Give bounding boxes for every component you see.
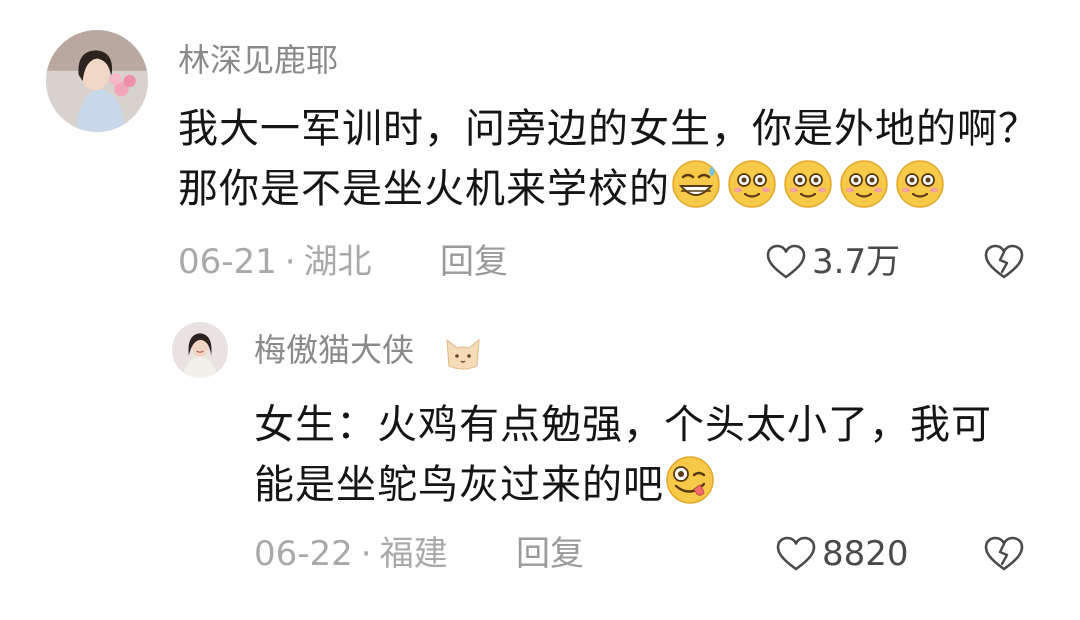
comment-like-button[interactable]: 3.7万 xyxy=(766,242,900,282)
reply-text: 女生：火鸡有点勉强，个头太小了，我可 能是坐鸵鸟灰过来的吧 xyxy=(254,396,992,512)
comment-date: 06-21 xyxy=(178,242,277,282)
flushed-emoji xyxy=(782,158,834,210)
avatar[interactable] xyxy=(46,30,148,132)
reply-date: 06-22 xyxy=(254,534,353,574)
reply-location: 福建 xyxy=(379,534,448,574)
meta-separator: · xyxy=(360,534,372,574)
flushed-emoji xyxy=(894,158,946,210)
comment-dislike-button[interactable] xyxy=(984,244,1024,280)
broken-heart-icon xyxy=(984,244,1024,279)
comment-meta: 06-21 · 湖北 xyxy=(178,242,372,282)
meta-separator: · xyxy=(284,242,296,282)
grin-sweat-emoji xyxy=(670,158,722,210)
reply-meta: 06-22 · 福建 xyxy=(254,534,448,574)
zany-face-emoji xyxy=(664,454,716,506)
comment-username[interactable]: 林深见鹿耶 xyxy=(178,40,338,80)
reply-like-count: 8820 xyxy=(822,534,909,574)
comment-text-line: 那你是不是坐火机来学校的 xyxy=(178,158,1039,216)
comment-reply-button[interactable]: 回复 xyxy=(440,242,508,282)
reply-text-line-text: 能是坐鸵鸟灰过来的吧 xyxy=(254,462,664,508)
flushed-emoji xyxy=(838,158,890,210)
comment-like-count: 3.7万 xyxy=(812,242,901,282)
comment-text-line: 我大一军训时，问旁边的女生，你是外地的啊？ xyxy=(178,106,1039,152)
comment-text: 我大一军训时，问旁边的女生，你是外地的啊？ 那你是不是坐火机来学校的 xyxy=(178,100,1039,216)
cat-face-icon xyxy=(444,336,482,370)
broken-heart-icon xyxy=(984,536,1024,571)
reply-like-button[interactable]: 8820 xyxy=(776,534,909,574)
heart-icon xyxy=(766,244,806,279)
comment-text-line-text: 那你是不是坐火机来学校的 xyxy=(178,166,670,212)
reply-dislike-button[interactable] xyxy=(984,536,1024,572)
heart-icon xyxy=(776,536,816,571)
comment-location: 湖北 xyxy=(303,242,372,282)
reply-avatar[interactable] xyxy=(172,322,228,378)
reply-username[interactable]: 梅傲猫大侠 xyxy=(254,330,414,370)
reply-text-line: 能是坐鸵鸟灰过来的吧 xyxy=(254,454,992,512)
reply-reply-button[interactable]: 回复 xyxy=(516,534,584,574)
flushed-emoji xyxy=(726,158,778,210)
reply-text-line: 女生：火鸡有点勉强，个头太小了，我可 xyxy=(254,402,992,448)
